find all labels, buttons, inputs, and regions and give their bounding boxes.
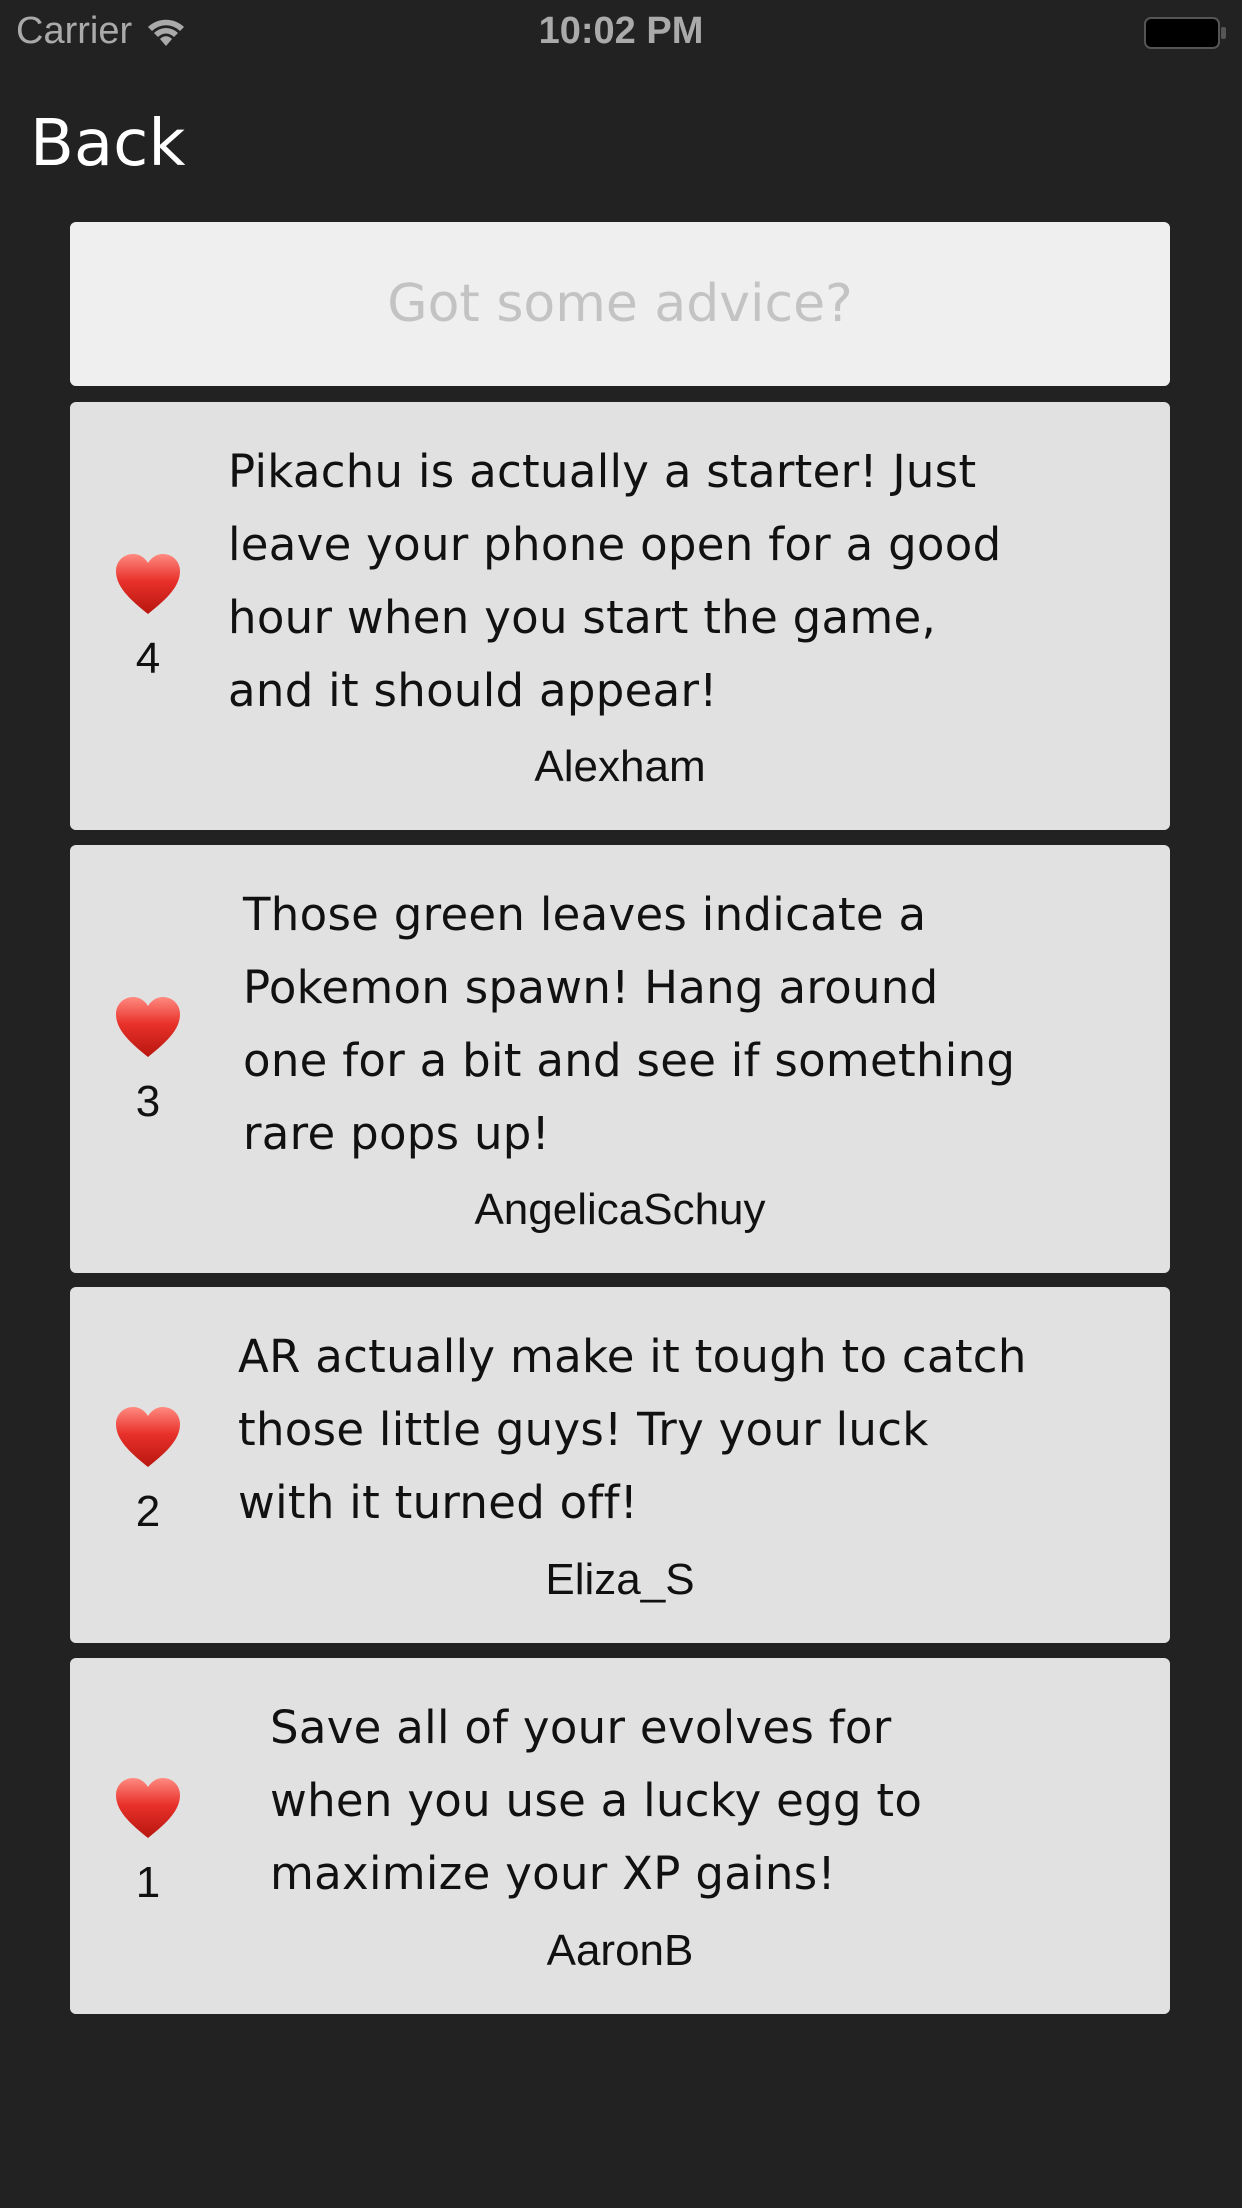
tip-author: AngelicaSchuy	[474, 1185, 766, 1234]
advice-screen: Carrier 10:02 PM Back Got some advice? 4…	[0, 0, 1242, 2208]
heart-icon	[116, 1407, 180, 1467]
like-count: 4	[135, 634, 161, 683]
tip-card: 3 Those green leaves indicate a Pokemon …	[70, 845, 1170, 1273]
back-button[interactable]: Back	[30, 104, 185, 184]
like-button[interactable]: 1	[110, 1776, 186, 1908]
tip-text: AR actually make it tough to catch those…	[238, 1330, 1027, 1529]
tip-card: 1 Save all of your evolves for when you …	[70, 1658, 1170, 2014]
like-button[interactable]: 3	[110, 995, 186, 1127]
tip-card: 4 Pikachu is actually a starter! Just le…	[70, 402, 1170, 830]
tip-author: Alexham	[534, 742, 706, 791]
like-button[interactable]: 2	[110, 1405, 186, 1537]
status-bar: Carrier 10:02 PM	[0, 0, 1242, 66]
status-time: 10:02 PM	[538, 10, 704, 52]
heart-icon	[116, 554, 180, 614]
tip-author: Eliza_S	[545, 1555, 695, 1604]
like-count: 1	[135, 1858, 161, 1907]
tip-text: Save all of your evolves for when you us…	[270, 1701, 923, 1900]
tip-text: Those green leaves indicate a Pokemon sp…	[243, 888, 1016, 1160]
heart-icon	[116, 997, 180, 1057]
heart-icon	[116, 1778, 180, 1838]
tip-author: AaronB	[546, 1926, 694, 1975]
like-count: 2	[135, 1487, 161, 1536]
like-count: 3	[135, 1077, 161, 1126]
advice-input[interactable]	[70, 222, 1170, 386]
battery-icon	[1144, 17, 1226, 49]
tip-card: 2 AR actually make it tough to catch tho…	[70, 1287, 1170, 1643]
tip-text: Pikachu is actually a starter! Just leav…	[228, 445, 1002, 717]
like-button[interactable]: 4	[110, 552, 186, 684]
